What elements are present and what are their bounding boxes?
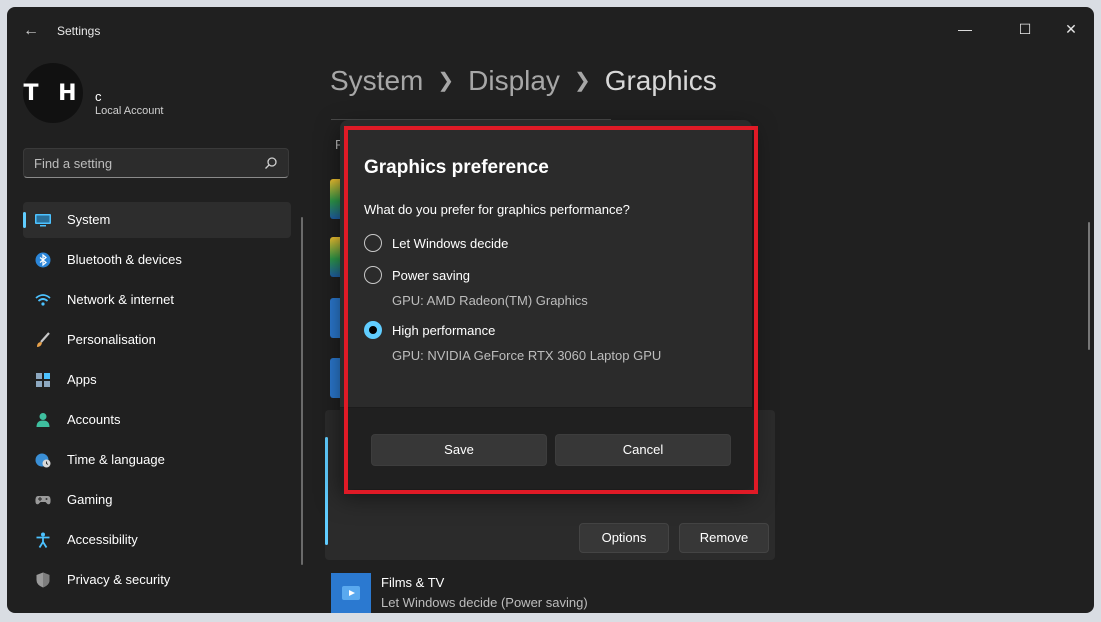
back-arrow-icon[interactable]: ← bbox=[21, 21, 41, 41]
sidebar-item-label: Privacy & security bbox=[67, 572, 171, 587]
sidebar-item-accessibility[interactable]: Accessibility bbox=[23, 522, 291, 558]
sidebar-item-bluetooth[interactable]: Bluetooth & devices bbox=[23, 242, 291, 278]
sidebar-item-label: Accounts bbox=[67, 412, 121, 427]
bluetooth-icon bbox=[35, 252, 51, 268]
sidebar-item-network[interactable]: Network & internet bbox=[23, 282, 291, 318]
content-divider bbox=[331, 107, 611, 120]
sidebar-item-system[interactable]: System bbox=[23, 202, 291, 238]
app-name: Films & TV bbox=[381, 575, 445, 590]
content-scrollbar[interactable] bbox=[1088, 222, 1090, 350]
sidebar-item-apps[interactable]: Apps bbox=[23, 362, 291, 398]
title-bar: ← Settings — ☐ ✕ bbox=[7, 7, 1094, 55]
person-icon bbox=[36, 413, 50, 427]
sidebar-item-label: Bluetooth & devices bbox=[67, 252, 182, 267]
search-icon bbox=[265, 157, 277, 169]
sidebar-item-gaming[interactable]: Gaming bbox=[23, 482, 291, 518]
search-input[interactable]: Find a setting bbox=[23, 148, 289, 178]
sidebar-nav: System Bluetooth & devices Network & int… bbox=[23, 202, 291, 602]
sidebar-item-label: System bbox=[67, 212, 111, 227]
sidebar-item-label: Time & language bbox=[67, 452, 165, 467]
avatar[interactable]: T H bbox=[23, 63, 83, 123]
monitor-icon bbox=[35, 214, 51, 227]
breadcrumb-system[interactable]: System bbox=[330, 65, 423, 96]
profile-name: c bbox=[95, 89, 102, 104]
sidebar-item-privacy[interactable]: Privacy & security bbox=[23, 562, 291, 598]
breadcrumb: System ❯ Display ❯ Graphics bbox=[330, 65, 717, 97]
minimize-icon[interactable]: — bbox=[953, 17, 977, 41]
sidebar-item-label: Accessibility bbox=[67, 532, 138, 547]
sidebar-item-label: Personalisation bbox=[67, 332, 156, 347]
app-title: Settings bbox=[57, 24, 101, 38]
sidebar-item-time-language[interactable]: Time & language bbox=[23, 442, 291, 478]
selection-indicator bbox=[325, 437, 328, 545]
sidebar-item-accounts[interactable]: Accounts bbox=[23, 402, 291, 438]
wifi-icon bbox=[35, 294, 51, 306]
account-type: Local Account bbox=[95, 105, 164, 117]
sidebar-item-label: Gaming bbox=[67, 492, 113, 507]
remove-button[interactable]: Remove bbox=[679, 523, 769, 553]
search-placeholder: Find a setting bbox=[34, 156, 113, 171]
maximize-icon[interactable]: ☐ bbox=[1013, 17, 1037, 41]
sidebar-scrollbar[interactable] bbox=[301, 217, 303, 565]
close-icon[interactable]: ✕ bbox=[1059, 17, 1083, 41]
options-button[interactable]: Options bbox=[579, 523, 669, 553]
shield-icon bbox=[36, 572, 50, 588]
brush-icon bbox=[37, 332, 50, 347]
chevron-right-icon: ❯ bbox=[573, 70, 591, 92]
sidebar-item-label: Network & internet bbox=[67, 292, 174, 307]
list-item-films-tv[interactable]: Films & TV Let Windows decide (Power sav… bbox=[325, 567, 775, 613]
apps-icon bbox=[36, 373, 50, 387]
sidebar-item-personalisation[interactable]: Personalisation bbox=[23, 322, 291, 358]
gamepad-icon bbox=[35, 496, 51, 505]
chevron-right-icon: ❯ bbox=[437, 70, 455, 92]
films-tv-icon bbox=[331, 573, 371, 613]
page-title: Graphics bbox=[604, 65, 717, 96]
sidebar-item-label: Apps bbox=[67, 372, 97, 387]
app-setting: Let Windows decide (Power saving) bbox=[381, 595, 588, 610]
highlight-box bbox=[344, 126, 758, 494]
accessibility-icon bbox=[36, 532, 50, 548]
globe-clock-icon bbox=[35, 453, 51, 468]
breadcrumb-display[interactable]: Display bbox=[468, 65, 560, 96]
